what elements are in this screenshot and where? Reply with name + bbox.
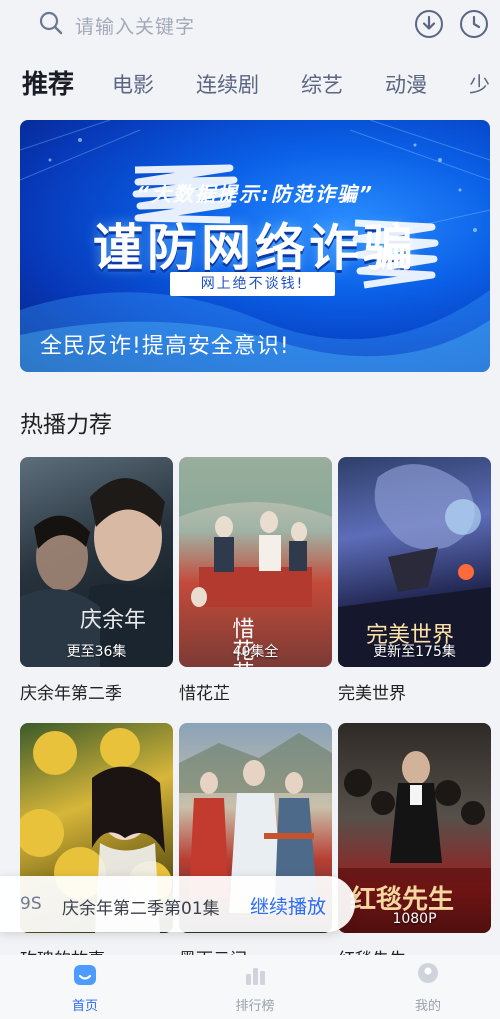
bottom-navigation: 首页 排行榜 我的	[0, 955, 500, 1019]
nav-profile-label: 我的	[414, 999, 441, 1014]
video-card[interactable]: 完美世界 更新至175集 完美世界	[338, 457, 491, 704]
tab-anime[interactable]: 动漫	[385, 68, 427, 102]
search-bar[interactable]: 请输入关键字	[0, 0, 500, 50]
card-title[interactable]: 庆余年第二季	[20, 679, 173, 704]
tab-movie[interactable]: 电影	[112, 68, 154, 102]
episode-badge: 更至36集	[66, 644, 127, 660]
banner-slogan: 网上绝不谈钱!	[170, 272, 335, 296]
nav-ranking-label: 排行榜	[235, 999, 275, 1014]
tab-kids[interactable]: 少	[469, 68, 490, 102]
ranking-icon	[246, 968, 265, 985]
nav-home[interactable]: 首页	[45, 961, 125, 1014]
video-card[interactable]: 庆余年 更至36集 庆余年第二季	[20, 457, 173, 704]
banner-caption: 全民反诈!提高安全意识!	[40, 334, 290, 359]
video-card[interactable]: 惜花芷 40集全 惜花芷	[179, 457, 332, 704]
video-card[interactable]: 玫瑰的故事	[20, 723, 173, 970]
nav-ranking[interactable]: 排行榜	[215, 961, 295, 1014]
video-card[interactable]: 红毯先生 1080P 红毯先生	[338, 723, 491, 970]
poster-image[interactable]: 惜花芷 40集全	[179, 457, 332, 667]
category-tabs: 推荐 电影 连续剧 综艺 动漫 少	[22, 62, 500, 102]
search-icon[interactable]	[38, 10, 64, 36]
nav-profile[interactable]: 我的	[388, 961, 468, 1014]
poster-image[interactable]: 完美世界 更新至175集	[338, 457, 491, 667]
episode-badge: 更新至175集	[373, 644, 456, 660]
continue-episode-title: 庆余年第二季第01集	[62, 899, 220, 919]
poster-artwork: 完美世界	[338, 464, 491, 667]
svg-text:庆余年: 庆余年	[80, 608, 146, 633]
home-icon	[74, 965, 96, 985]
poster-image[interactable]: 庆余年 更至36集	[20, 457, 173, 667]
promo-banner[interactable]: “大数据提示:防范诈骗” 谨防网络诈骗 网上绝不谈钱! 全民反诈!提高安全意识!	[20, 120, 490, 372]
download-icon[interactable]	[413, 8, 445, 40]
search-input[interactable]: 请输入关键字	[75, 12, 195, 39]
tab-recommend[interactable]: 推荐	[22, 68, 74, 102]
banner-subtitle: “大数据提示:防范诈骗”	[136, 182, 374, 206]
continue-episode-tag: 9S	[20, 894, 42, 914]
continue-playing-bar[interactable]: 9S 庆余年第二季第01集 继续播放	[0, 876, 355, 932]
continue-play-button[interactable]: 继续播放	[250, 892, 326, 919]
card-title[interactable]: 完美世界	[338, 679, 491, 704]
poster-artwork: 庆余年	[20, 478, 173, 667]
poster-artwork: 红毯先生	[338, 751, 491, 933]
redaction-scribble	[132, 164, 238, 224]
episode-badge: 40集全	[232, 644, 279, 660]
history-clock-icon[interactable]	[458, 8, 490, 40]
redaction-scribble	[352, 219, 439, 289]
tab-variety[interactable]: 综艺	[301, 68, 343, 102]
resolution-badge: 1080P	[392, 911, 437, 927]
poster-image[interactable]: 红毯先生 1080P	[338, 723, 491, 933]
nav-home-label: 首页	[71, 999, 98, 1014]
poster-artwork: 惜花芷	[179, 457, 332, 667]
tab-series[interactable]: 连续剧	[196, 68, 259, 102]
profile-icon	[418, 963, 438, 983]
section-title: 热播力荐	[20, 412, 112, 438]
video-card[interactable]: 墨雨云间	[179, 723, 332, 970]
card-title[interactable]: 惜花芷	[179, 679, 332, 704]
